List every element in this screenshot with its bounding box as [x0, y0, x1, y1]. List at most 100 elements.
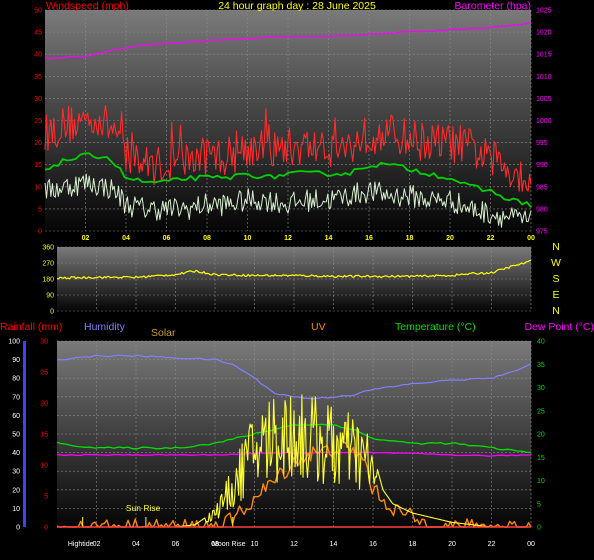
- direction-y-tick: 360: [42, 245, 54, 252]
- compass-letter: W: [551, 257, 561, 269]
- temp-y-tick: 40: [537, 339, 545, 346]
- wind-x-tick: 12: [284, 235, 292, 242]
- compass-letter: E: [552, 289, 559, 301]
- windspeed-axis-label: Windspeed (mph): [46, 0, 129, 12]
- moon-rise-label: Moon Rise: [212, 541, 246, 548]
- wind-barometer-chart: 0510152025303540455097598098599099510001…: [34, 0, 551, 242]
- wind-y-tick: 40: [34, 52, 42, 59]
- temperature-label: Temperature (°C): [395, 321, 476, 333]
- hightide-label: Hightide: [68, 541, 94, 548]
- baro-y-tick: 1015: [536, 52, 552, 59]
- uv-label: UV: [311, 321, 326, 333]
- climate-x-tick: 12: [290, 541, 298, 548]
- wind-y-tick: 15: [34, 162, 42, 169]
- rain-y-tick: 0: [44, 525, 48, 532]
- wind-direction-chart: 090180270360 NWSEN: [42, 241, 561, 317]
- baro-y-tick: 1020: [536, 30, 552, 37]
- humidity-y-tick: 90: [12, 357, 20, 364]
- humidity-y-tick: 10: [12, 506, 20, 513]
- temp-y-tick: 15: [537, 455, 545, 462]
- wind-x-tick: 10: [244, 235, 252, 242]
- wind-x-tick: 14: [325, 235, 333, 242]
- solar-label: Solar: [151, 327, 176, 339]
- weather-graphs-svg: 0510152025303540455097598098599099510001…: [0, 0, 594, 548]
- compass-letter: S: [552, 273, 559, 285]
- wind-x-tick: 06: [163, 235, 171, 242]
- rain-y-tick: 25: [40, 370, 48, 377]
- direction-y-tick: 90: [46, 293, 54, 300]
- humidity-y-tick: 40: [12, 450, 20, 457]
- direction-y-tick: 0: [50, 309, 54, 316]
- rain-y-tick: 15: [40, 432, 48, 439]
- climate-chart: 0102030405060708090100051015202530051015…: [0, 321, 594, 548]
- temp-y-tick: 5: [537, 501, 541, 508]
- humidity-y-tick: 30: [12, 469, 20, 476]
- humidity-y-tick: 50: [12, 432, 20, 439]
- baro-y-tick: 995: [536, 140, 548, 147]
- compass-labels: NWSEN: [551, 241, 561, 317]
- compass-letter: N: [552, 305, 560, 317]
- wind-y-tick: 45: [34, 30, 42, 37]
- wind-x-tick: 04: [122, 235, 130, 242]
- climate-x-tick: 20: [448, 541, 456, 548]
- wind-y-tick: 0: [38, 229, 42, 236]
- baro-y-tick: 1010: [536, 74, 552, 81]
- wind-x-tick: 22: [487, 235, 495, 242]
- baro-y-tick: 980: [536, 206, 548, 213]
- wind-x-tick: 02: [82, 235, 90, 242]
- weather-graph-panel: 0 5 10 15 20 25 30 35 40 45 50 975 980 985 990 995 1000 1…: [0, 0, 594, 555]
- wind-y-tick: 50: [34, 8, 42, 15]
- direction-y-tick: 270: [42, 261, 54, 268]
- humidity-y-tick: 20: [12, 487, 20, 494]
- climate-x-tick: 00: [527, 541, 535, 548]
- baro-y-tick: 985: [536, 184, 548, 191]
- baro-y-tick: 975: [536, 229, 548, 236]
- temp-y-tick: 0: [537, 525, 541, 532]
- humidity-y-tick: 80: [12, 376, 20, 383]
- temp-y-tick: 25: [537, 408, 545, 415]
- graph-title: 24 hour graph day : 28 June 2025: [218, 0, 376, 12]
- rain-y-tick: 10: [40, 463, 48, 470]
- humidity-y-tick: 60: [12, 413, 20, 420]
- humidity-y-tick: 70: [12, 394, 20, 401]
- climate-x-tick: 06: [172, 541, 180, 548]
- barometer-axis-label: Barometer (hpa): [455, 0, 531, 12]
- baro-y-tick: 1025: [536, 8, 552, 15]
- baro-y-tick: 990: [536, 162, 548, 169]
- climate-x-tick: 04: [132, 541, 140, 548]
- baro-y-tick: 1000: [536, 118, 552, 125]
- wind-y-tick: 25: [34, 118, 42, 125]
- rain-y-tick: 20: [40, 401, 48, 408]
- temp-y-tick: 20: [537, 432, 545, 439]
- wind-x-tick: 00: [527, 235, 535, 242]
- wind-y-tick: 10: [34, 184, 42, 191]
- climate-x-tick: 16: [369, 541, 377, 548]
- rainfall-label: Rainfall (mm): [0, 321, 62, 333]
- humidity-y-tick: 100: [8, 339, 20, 346]
- wind-x-tick: 16: [365, 235, 373, 242]
- rain-y-tick: 30: [40, 339, 48, 346]
- temp-y-tick: 35: [537, 362, 545, 369]
- wind-x-tick: 08: [203, 235, 211, 242]
- humidity-y-tick: 0: [16, 525, 20, 532]
- temp-y-tick: 10: [537, 478, 545, 485]
- baro-y-tick: 1005: [536, 96, 552, 103]
- climate-x-tick: 18: [409, 541, 417, 548]
- wind-y-tick: 20: [34, 140, 42, 147]
- humidity-axis-bar: [23, 341, 26, 527]
- dew-point-label: Dew Point (°C): [524, 321, 594, 333]
- compass-letter: N: [552, 241, 560, 253]
- direction-y-tick: 180: [42, 277, 54, 284]
- wind-y-tick: 30: [34, 96, 42, 103]
- climate-x-tick: 02: [93, 541, 101, 548]
- wind-y-tick: 5: [38, 206, 42, 213]
- direction-tick-labels: 0 90 180 270 360: [42, 245, 54, 316]
- wind-x-tick: 20: [446, 235, 454, 242]
- climate-x-tick: 22: [488, 541, 496, 548]
- temp-y-tick: 30: [537, 385, 545, 392]
- sun-rise-label: Sun Rise: [126, 503, 161, 513]
- climate-x-tick: 10: [251, 541, 259, 548]
- wind-x-tick: 18: [406, 235, 414, 242]
- rain-y-tick: 5: [44, 494, 48, 501]
- wind-y-tick: 35: [34, 74, 42, 81]
